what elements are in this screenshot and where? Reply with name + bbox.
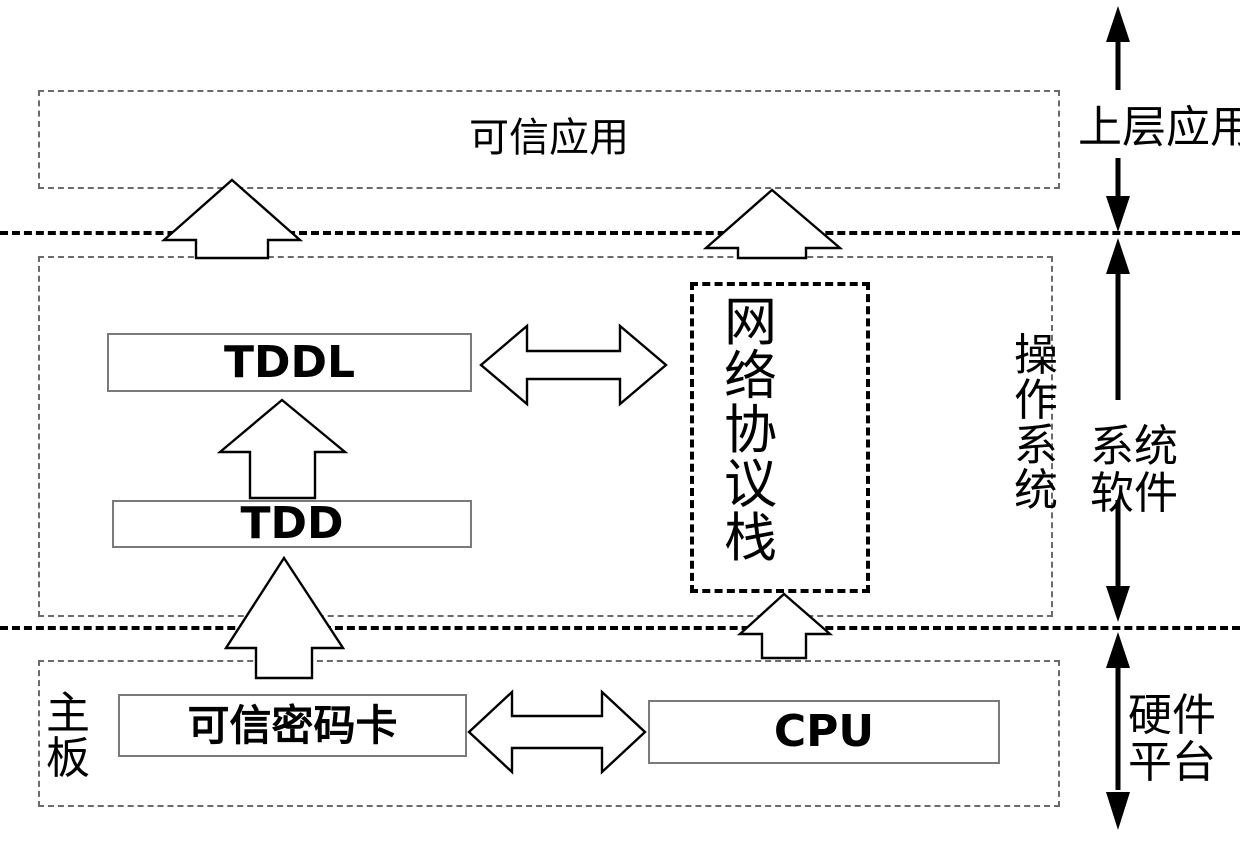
tddl-label: TDDL — [223, 336, 356, 388]
network-protocol-stack-box[interactable] — [690, 282, 870, 593]
hardware-platform-span-arrow — [1106, 632, 1130, 830]
tddl-box[interactable]: TDDL — [107, 333, 472, 392]
tdd-label: TDD — [240, 498, 344, 549]
trusted-crypto-card-box[interactable]: 可信密码卡 — [118, 694, 467, 757]
application-system-divider — [0, 231, 1240, 235]
operating-system-label: 操作系统 — [1014, 330, 1058, 516]
trusted-crypto-card-label: 可信密码卡 — [187, 700, 398, 750]
cpu-box[interactable]: CPU — [648, 700, 1000, 764]
tdd-box[interactable]: TDD — [112, 500, 472, 548]
trusted-application-label: 可信应用 — [469, 115, 629, 161]
network-protocol-stack-label: 网络协议栈 — [724, 292, 777, 570]
motherboard-label: 主板 — [46, 688, 90, 784]
arrow-network-stack-to-application — [702, 188, 844, 260]
system-hardware-divider — [0, 626, 1240, 630]
diagram-canvas: 可信应用 TDDL TDD 网络协议栈 操作系统 主板 可信密码卡 CPU 上层… — [0, 0, 1240, 842]
upper-application-side-label: 上层应用 — [1078, 102, 1240, 153]
arrow-tddl-to-application — [160, 178, 304, 260]
system-software-side-label-line1: 系统 — [1090, 421, 1178, 472]
system-software-side-label-line2: 软件 — [1090, 468, 1178, 519]
hardware-platform-side-label-line2: 平台 — [1128, 737, 1216, 788]
system-software-layer-container — [38, 256, 1053, 617]
cpu-label: CPU — [773, 706, 875, 757]
hardware-platform-side-label-line1: 硬件 — [1128, 690, 1216, 741]
